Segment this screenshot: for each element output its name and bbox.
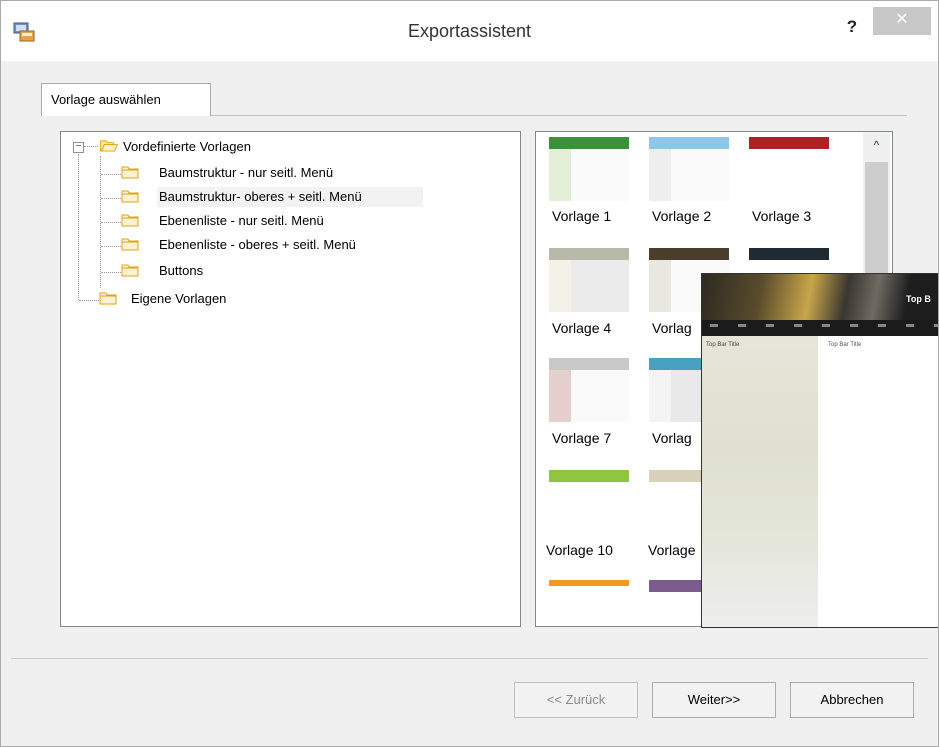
tree-node-label: Ebenenliste - nur seitl. Menü bbox=[159, 213, 324, 228]
tab-label: Vorlage auswählen bbox=[51, 92, 161, 107]
thumbnail-sidebar bbox=[549, 260, 571, 312]
folder-icon bbox=[121, 166, 139, 179]
tree-node-baumstruktur-oberes-seitl[interactable]: Baumstruktur- oberes + seitl. Menü bbox=[121, 188, 441, 206]
template-thumbnail-13[interactable] bbox=[549, 580, 629, 626]
thumbnail-header bbox=[749, 248, 829, 260]
template-thumbnail-4[interactable] bbox=[549, 248, 629, 312]
export-wizard-window: Exportassistent ? ✕ Vorlage auswählen − … bbox=[0, 0, 939, 747]
open-folder-icon bbox=[100, 140, 119, 152]
footer-separator bbox=[11, 658, 928, 659]
template-label: Vorlag bbox=[652, 320, 692, 336]
thumbnail-body bbox=[571, 586, 629, 626]
title-bar[interactable]: Exportassistent ? ✕ bbox=[1, 1, 938, 61]
preview-main-text: Top Bar Title bbox=[828, 342, 862, 348]
thumbnail-header bbox=[549, 470, 629, 482]
thumbnail-sidebar bbox=[649, 260, 671, 312]
tree-node-label: Baumstruktur- oberes + seitl. Menü bbox=[159, 189, 362, 204]
tree-node-buttons[interactable]: Buttons bbox=[121, 262, 321, 280]
template-thumbnail-3[interactable] bbox=[749, 137, 829, 201]
preview-nav-bar bbox=[702, 320, 938, 336]
thumbnail-body bbox=[771, 149, 829, 201]
template-label: Vorlage 7 bbox=[552, 430, 612, 446]
thumbnail-sidebar bbox=[549, 149, 571, 201]
back-button[interactable]: << Zurück bbox=[514, 682, 638, 718]
tree-node-label: Ebenenliste - oberes + seitl. Menü bbox=[159, 237, 356, 252]
tree-connector bbox=[79, 300, 99, 301]
template-label: Vorlage bbox=[648, 542, 696, 558]
template-label: Vorlage 10 bbox=[546, 542, 613, 558]
tree-connector bbox=[78, 154, 79, 300]
thumbnail-body bbox=[571, 370, 629, 422]
tree-node-ebenenliste-nur-seitl[interactable]: Ebenenliste - nur seitl. Menü bbox=[121, 212, 421, 230]
thumbnail-sidebar bbox=[649, 370, 671, 422]
template-label: Vorlage 4 bbox=[552, 320, 612, 336]
template-tree[interactable]: − Vordefinierte Vorlagen Baumstruktur - … bbox=[60, 131, 521, 627]
thumbnail-header bbox=[749, 137, 829, 149]
scroll-up-arrow-icon[interactable]: ^ bbox=[863, 132, 890, 156]
thumbnail-header bbox=[549, 358, 629, 370]
tree-connector bbox=[101, 174, 121, 175]
folder-icon bbox=[99, 292, 117, 305]
tree-node-label: Buttons bbox=[159, 263, 204, 278]
template-label: Vorlage 3 bbox=[752, 208, 812, 224]
template-label: Vorlag bbox=[652, 430, 692, 446]
template-thumbnail-10[interactable] bbox=[549, 470, 629, 534]
template-thumbnail-7[interactable] bbox=[549, 358, 629, 422]
thumbnail-sidebar bbox=[649, 482, 671, 534]
template-thumbnail-2[interactable] bbox=[649, 137, 729, 201]
tree-connector bbox=[101, 198, 121, 199]
preview-banner-image bbox=[702, 274, 938, 320]
thumbnail-body bbox=[671, 149, 729, 201]
template-label: Vorlage 1 bbox=[552, 208, 612, 224]
thumbnail-sidebar bbox=[549, 370, 571, 422]
thumbnail-header bbox=[649, 248, 729, 260]
thumbnail-sidebar bbox=[749, 149, 771, 201]
template-preview-popup: Top B Top Bar Title Top Bar Title bbox=[701, 273, 938, 628]
tree-node-eigene-vorlagen[interactable]: Eigene Vorlagen bbox=[99, 290, 339, 308]
tab-divider bbox=[209, 115, 907, 116]
thumbnail-header bbox=[549, 137, 629, 149]
thumbnail-sidebar bbox=[549, 482, 571, 534]
close-button[interactable]: ✕ bbox=[873, 7, 931, 35]
window-title: Exportassistent bbox=[407, 21, 532, 41]
tree-collapse-toggle[interactable]: − bbox=[73, 142, 84, 153]
help-button[interactable]: ? bbox=[835, 15, 869, 39]
tab-vorlage-auswaehlen[interactable]: Vorlage auswählen bbox=[41, 83, 211, 116]
folder-icon bbox=[121, 264, 139, 277]
thumbnail-sidebar bbox=[549, 586, 571, 626]
thumbnail-body bbox=[571, 482, 629, 534]
cancel-button[interactable]: Abbrechen bbox=[790, 682, 914, 718]
tree-connector bbox=[101, 246, 121, 247]
folder-icon bbox=[121, 214, 139, 227]
thumbnail-header bbox=[549, 248, 629, 260]
tree-node-ebenenliste-oberes-seitl[interactable]: Ebenenliste - oberes + seitl. Menü bbox=[121, 236, 441, 254]
thumbnail-body bbox=[571, 260, 629, 312]
tree-connector bbox=[101, 222, 121, 223]
folder-icon bbox=[121, 238, 139, 251]
tree-node-baumstruktur-nur-seitl[interactable]: Baumstruktur - nur seitl. Menü bbox=[121, 164, 421, 182]
thumbnail-sidebar bbox=[649, 592, 671, 626]
tree-node-vordefinierte-vorlagen[interactable]: Vordefinierte Vorlagen bbox=[99, 138, 339, 156]
tree-connector bbox=[84, 146, 98, 147]
template-thumbnail-1[interactable] bbox=[549, 137, 629, 201]
tree-node-label: Baumstruktur - nur seitl. Menü bbox=[159, 165, 334, 180]
thumbnail-sidebar bbox=[649, 149, 671, 201]
preview-sidebar-text: Top Bar Title bbox=[706, 342, 740, 348]
thumbnail-header bbox=[649, 137, 729, 149]
tree-node-label: Eigene Vorlagen bbox=[131, 291, 227, 306]
preview-sidebar bbox=[702, 336, 818, 627]
preview-banner-title: Top B bbox=[906, 294, 931, 304]
next-button[interactable]: Weiter>> bbox=[652, 682, 776, 718]
thumbnail-body bbox=[571, 149, 629, 201]
tree-connector bbox=[101, 272, 121, 273]
folder-icon bbox=[121, 190, 139, 203]
template-label: Vorlage 2 bbox=[652, 208, 712, 224]
tree-node-label: Vordefinierte Vorlagen bbox=[123, 139, 251, 154]
